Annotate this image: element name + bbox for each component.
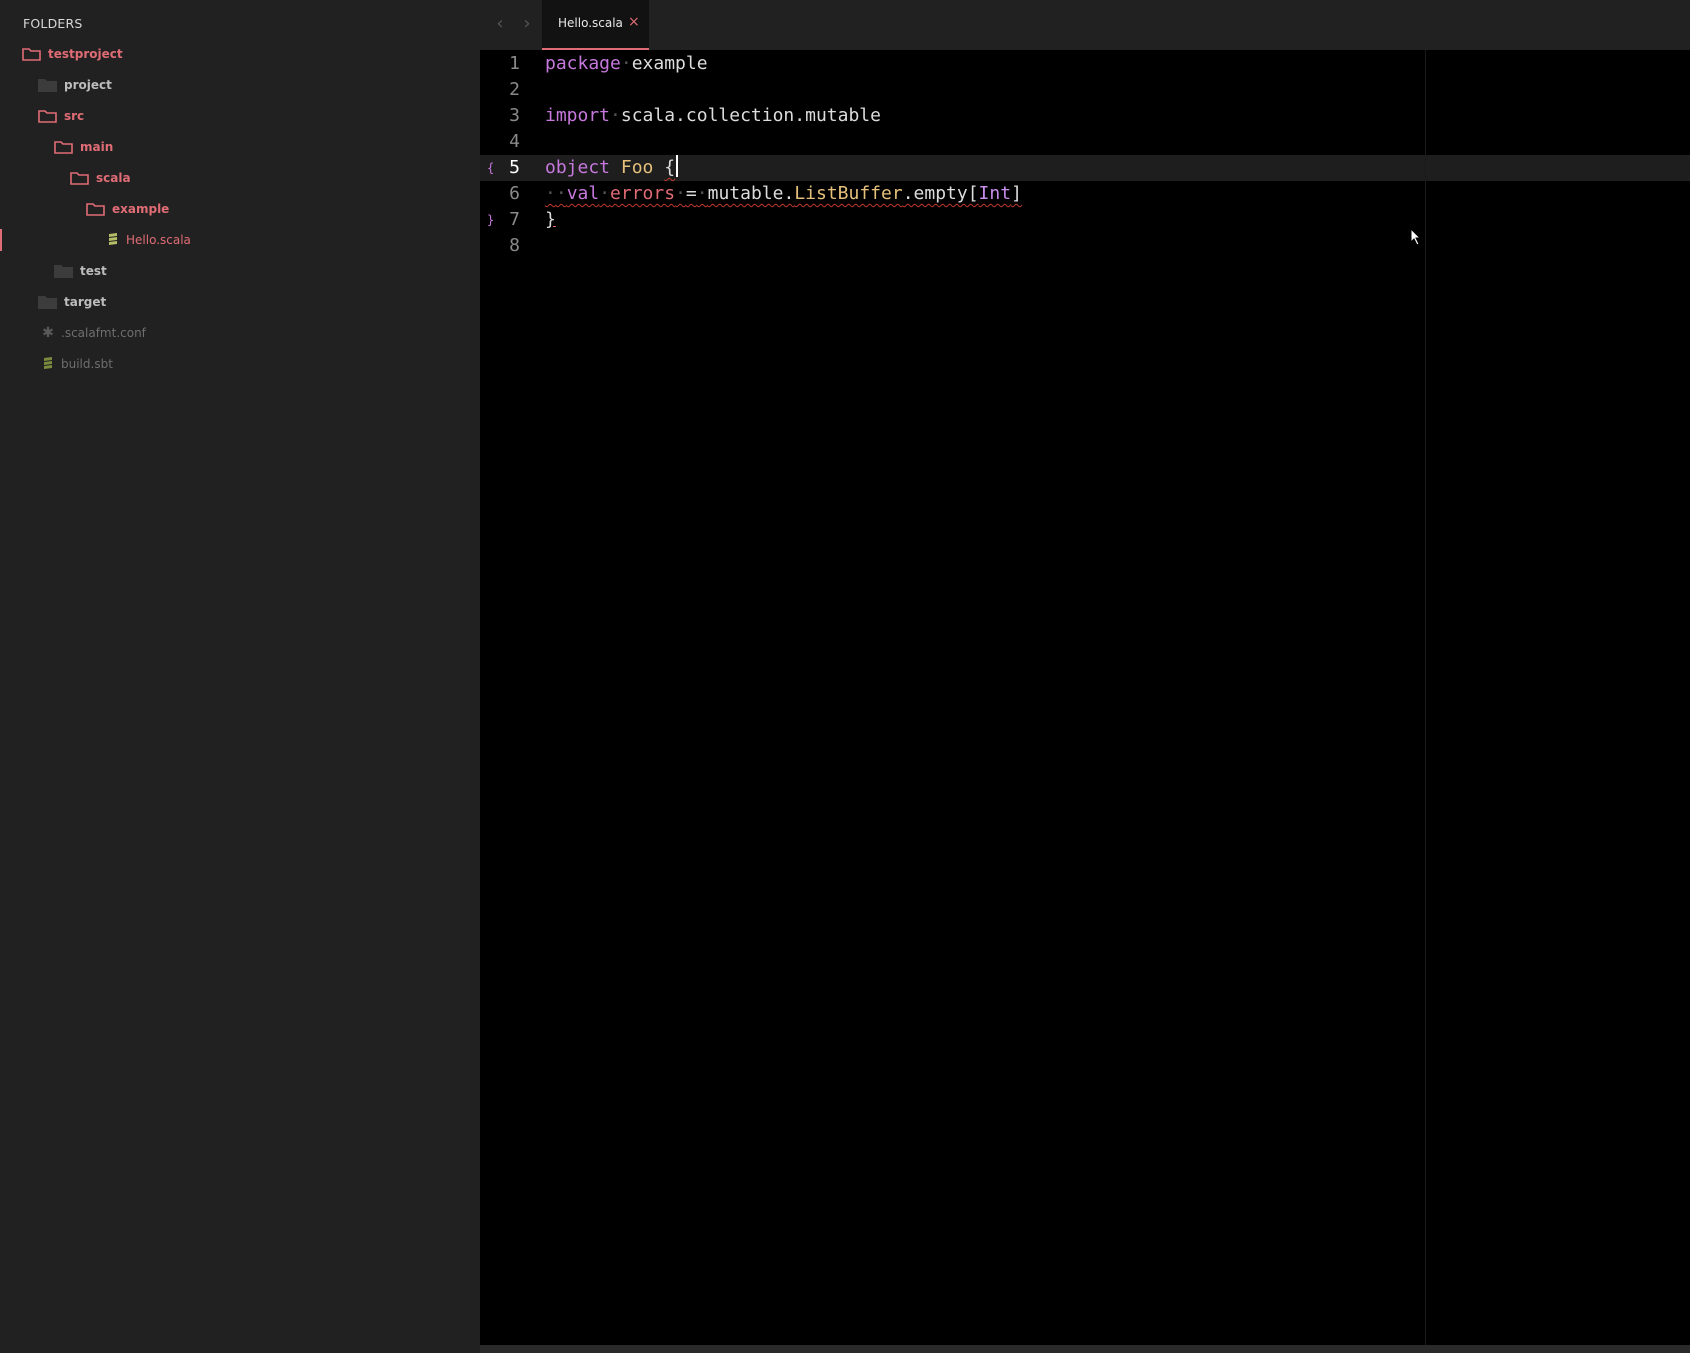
equals-sign: = [685,183,697,204]
line-number: 2 [509,79,520,100]
keyword: import [545,105,611,126]
folder-open-icon [22,48,41,61]
tree-folder-target[interactable]: target [38,290,106,314]
line-number: 3 [509,105,520,126]
folder-open-icon [38,110,57,123]
folder-closed-icon [38,296,57,309]
tree-folder-main[interactable]: main [54,135,113,159]
folder-closed-icon [38,79,57,92]
sidebar: FOLDERS testproject project src main sca… [0,0,480,1353]
tree-label: target [64,295,107,309]
chevron-left-icon[interactable]: ‹ [490,13,510,35]
tree-folder-project[interactable]: project [38,73,112,97]
whitespace-dot: · [696,183,708,204]
tree-label: .scalafmt.conf [61,326,146,340]
code-line-5: object Foo { [545,155,679,181]
tab-label: Hello.scala [558,16,623,30]
whitespace-dot: · [675,183,686,204]
active-file-marker [0,229,2,251]
tree-file-build-sbt[interactable]: build.sbt [42,352,113,376]
type-param: Int [978,183,1012,204]
tree-label: main [80,140,114,154]
whitespace-dot: · [545,183,556,204]
tree-folder-testproject[interactable]: testproject [22,42,123,66]
receiver: mutable. [707,183,795,204]
tree-label: src [64,109,85,123]
tree-label: test [80,264,107,278]
asterisk-icon: ✱ [42,325,54,341]
tree-label: testproject [48,47,123,61]
line-number: 8 [509,235,520,256]
whitespace-dot: · [599,183,611,204]
line-number: 1 [509,53,520,74]
tab-bar: ‹ › Hello.scala × [480,0,1690,50]
sidebar-title: FOLDERS [23,16,83,31]
fold-open-marker[interactable]: { [487,155,494,181]
close-bracket: ] [1011,183,1022,204]
tab-hello-scala[interactable]: Hello.scala × [542,0,649,50]
tree-file-scalafmt-conf[interactable]: ✱ .scalafmt.conf [42,321,146,345]
folder-closed-icon [54,265,73,278]
tree-folder-example[interactable]: example [86,197,169,221]
whitespace-dot: · [555,183,567,204]
open-brace: { [664,157,676,178]
variable-name: errors [610,183,676,204]
horizontal-scrollbar[interactable] [480,1345,1690,1353]
mouse-pointer-icon [1410,228,1422,246]
line-number: 4 [509,131,520,152]
import-path: scala.collection.mutable [620,105,881,126]
tree-label: example [112,202,170,216]
chevron-right-icon[interactable]: › [517,13,537,35]
whitespace-dot: · [610,105,621,126]
code-line-3: import·scala.collection.mutable [545,103,881,129]
tree-folder-src[interactable]: src [38,104,84,128]
tree-file-hello-scala[interactable]: Hello.scala [107,228,191,252]
line-number-current: 5 [509,157,520,178]
code-line-7: } [545,207,556,233]
keyword: package [545,53,621,74]
tree-folder-test[interactable]: test [54,259,107,283]
fold-close-marker[interactable]: } [487,207,494,233]
code-line-1: package·example [545,51,708,77]
class-name: ListBuffer [794,183,903,204]
tree-folder-scala[interactable]: scala [70,166,131,190]
whitespace-dot: · [620,53,632,74]
line-number: 6 [509,183,520,204]
wrap-ruler [1425,50,1426,1345]
folder-open-icon [86,203,105,216]
folder-open-icon [70,172,89,185]
line-number: 7 [509,209,520,230]
text-caret [676,155,679,177]
close-brace: } [545,209,556,230]
code-editor[interactable]: 1 2 3 4 5 6 7 8 { } package·example impo… [480,50,1690,1345]
scala-file-icon [109,233,117,245]
tree-label: build.sbt [61,357,113,371]
tree-label: Hello.scala [126,233,191,247]
object-name: Foo [620,157,654,178]
code-line-6: ··val·errors·=·mutable.ListBuffer.empty[… [545,181,1022,207]
tree-label: project [64,78,112,92]
keyword: val [566,183,600,204]
tree-label: scala [96,171,131,185]
method-call: .empty[ [902,183,979,204]
folder-open-icon [54,141,73,154]
package-name: example [631,53,708,74]
scala-file-icon [44,357,52,369]
keyword: object [545,157,611,178]
close-icon[interactable]: × [628,14,640,30]
